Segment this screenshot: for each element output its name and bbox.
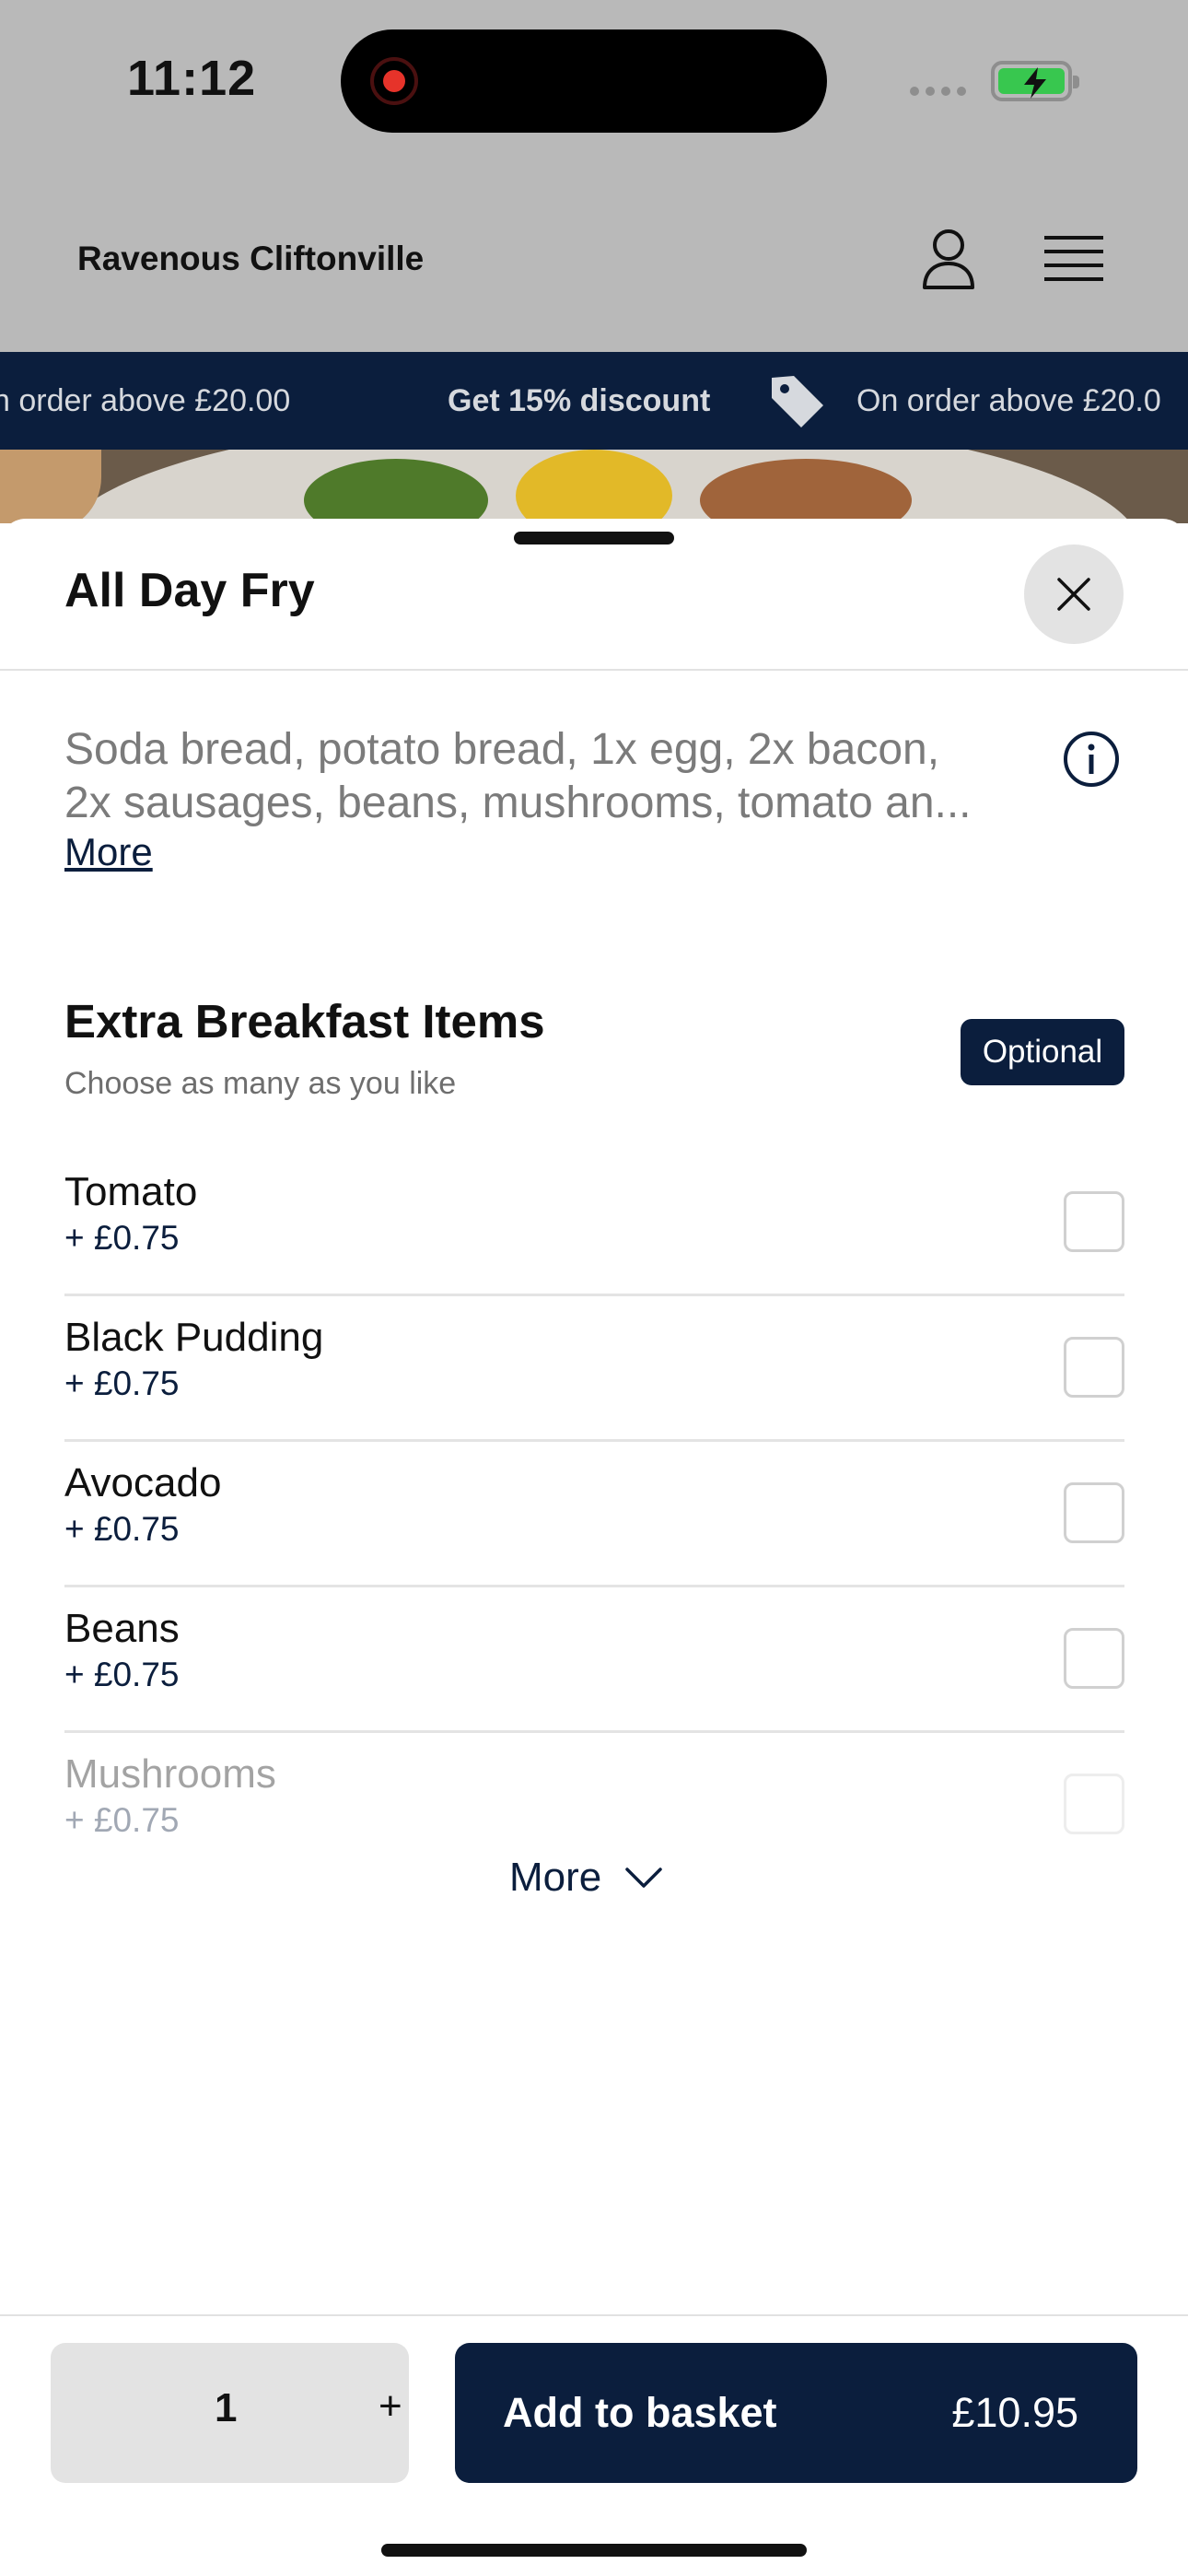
quantity-stepper[interactable]: 1 + bbox=[51, 2343, 409, 2483]
option-name: Beans bbox=[64, 1606, 180, 1651]
food-image bbox=[0, 450, 1188, 523]
dynamic-island bbox=[341, 29, 827, 133]
option-name: Tomato bbox=[64, 1169, 198, 1214]
option-row-avocado[interactable]: Avocado + £0.75 bbox=[64, 1442, 1124, 1587]
increment-button[interactable]: + bbox=[379, 2383, 402, 2430]
item-description: Soda bread, potato bread, 1x egg, 2x bac… bbox=[64, 723, 1041, 830]
promo-text: n order above £20.00 bbox=[0, 383, 291, 418]
home-indicator[interactable] bbox=[381, 2544, 807, 2557]
promo-text: On order above £20.0 bbox=[856, 383, 1161, 418]
modifier-options-list: Tomato + £0.75 Black Pudding + £0.75 Avo… bbox=[64, 1151, 1124, 1876]
option-row-beans[interactable]: Beans + £0.75 bbox=[64, 1587, 1124, 1733]
divider bbox=[0, 669, 1188, 671]
option-price: + £0.75 bbox=[64, 1510, 180, 1548]
modifier-group-subtitle: Choose as many as you like bbox=[64, 1066, 457, 1101]
option-name: Mushrooms bbox=[64, 1751, 276, 1797]
add-to-basket-button[interactable]: Add to basket £10.95 bbox=[455, 2343, 1137, 2483]
recording-indicator-icon bbox=[370, 57, 418, 105]
account-icon[interactable] bbox=[919, 227, 978, 293]
promo-banner: n order above £20.00 Get 15% discount On… bbox=[0, 352, 1188, 450]
basket-total-price: £10.95 bbox=[951, 2389, 1078, 2436]
info-icon[interactable] bbox=[1063, 731, 1120, 788]
quantity-value: 1 bbox=[215, 2385, 238, 2430]
option-checkbox[interactable] bbox=[1064, 1774, 1124, 1834]
option-price: + £0.75 bbox=[64, 1801, 180, 1839]
optional-badge: Optional bbox=[961, 1019, 1124, 1085]
item-detail-sheet: All Day Fry Soda bread, potato bread, 1x… bbox=[0, 519, 1188, 2576]
battery-charging-icon bbox=[991, 61, 1079, 101]
option-row-black-pudding[interactable]: Black Pudding + £0.75 bbox=[64, 1296, 1124, 1442]
option-name: Black Pudding bbox=[64, 1315, 324, 1360]
option-name: Avocado bbox=[64, 1460, 222, 1505]
option-checkbox[interactable] bbox=[1064, 1628, 1124, 1689]
option-checkbox[interactable] bbox=[1064, 1191, 1124, 1252]
option-price: + £0.75 bbox=[64, 1219, 180, 1257]
add-to-basket-label: Add to basket bbox=[503, 2389, 777, 2436]
show-more-label: More bbox=[509, 1855, 602, 1900]
sheet-drag-handle[interactable] bbox=[514, 532, 674, 544]
status-time: 11:12 bbox=[127, 51, 257, 106]
option-checkbox[interactable] bbox=[1064, 1482, 1124, 1543]
close-icon bbox=[1057, 578, 1090, 611]
status-bar: 11:12 bbox=[0, 0, 1188, 166]
signal-icon bbox=[910, 87, 966, 96]
item-title: All Day Fry bbox=[64, 564, 315, 617]
site-header: Ravenous Cliftonville bbox=[0, 166, 1188, 352]
option-checkbox[interactable] bbox=[1064, 1337, 1124, 1398]
option-row-tomato[interactable]: Tomato + £0.75 bbox=[64, 1151, 1124, 1296]
modifier-group-title: Extra Breakfast Items bbox=[64, 995, 545, 1048]
price-tag-icon bbox=[772, 376, 823, 427]
description-more-link[interactable]: More bbox=[64, 830, 153, 874]
hamburger-menu-icon[interactable] bbox=[1044, 234, 1103, 286]
close-button[interactable] bbox=[1024, 544, 1124, 644]
show-more-options-button[interactable]: More bbox=[509, 1855, 662, 1901]
description-line: 2x sausages, beans, mushrooms, tomato an… bbox=[64, 779, 972, 827]
option-price: + £0.75 bbox=[64, 1364, 180, 1402]
option-price: + £0.75 bbox=[64, 1656, 180, 1693]
description-line: Soda bread, potato bread, 1x egg, 2x bac… bbox=[64, 725, 940, 774]
chevron-down-icon bbox=[625, 1868, 662, 1888]
restaurant-name[interactable]: Ravenous Cliftonville bbox=[77, 240, 424, 278]
footer-divider bbox=[0, 2314, 1188, 2316]
promo-discount-text: Get 15% discount bbox=[448, 383, 711, 418]
